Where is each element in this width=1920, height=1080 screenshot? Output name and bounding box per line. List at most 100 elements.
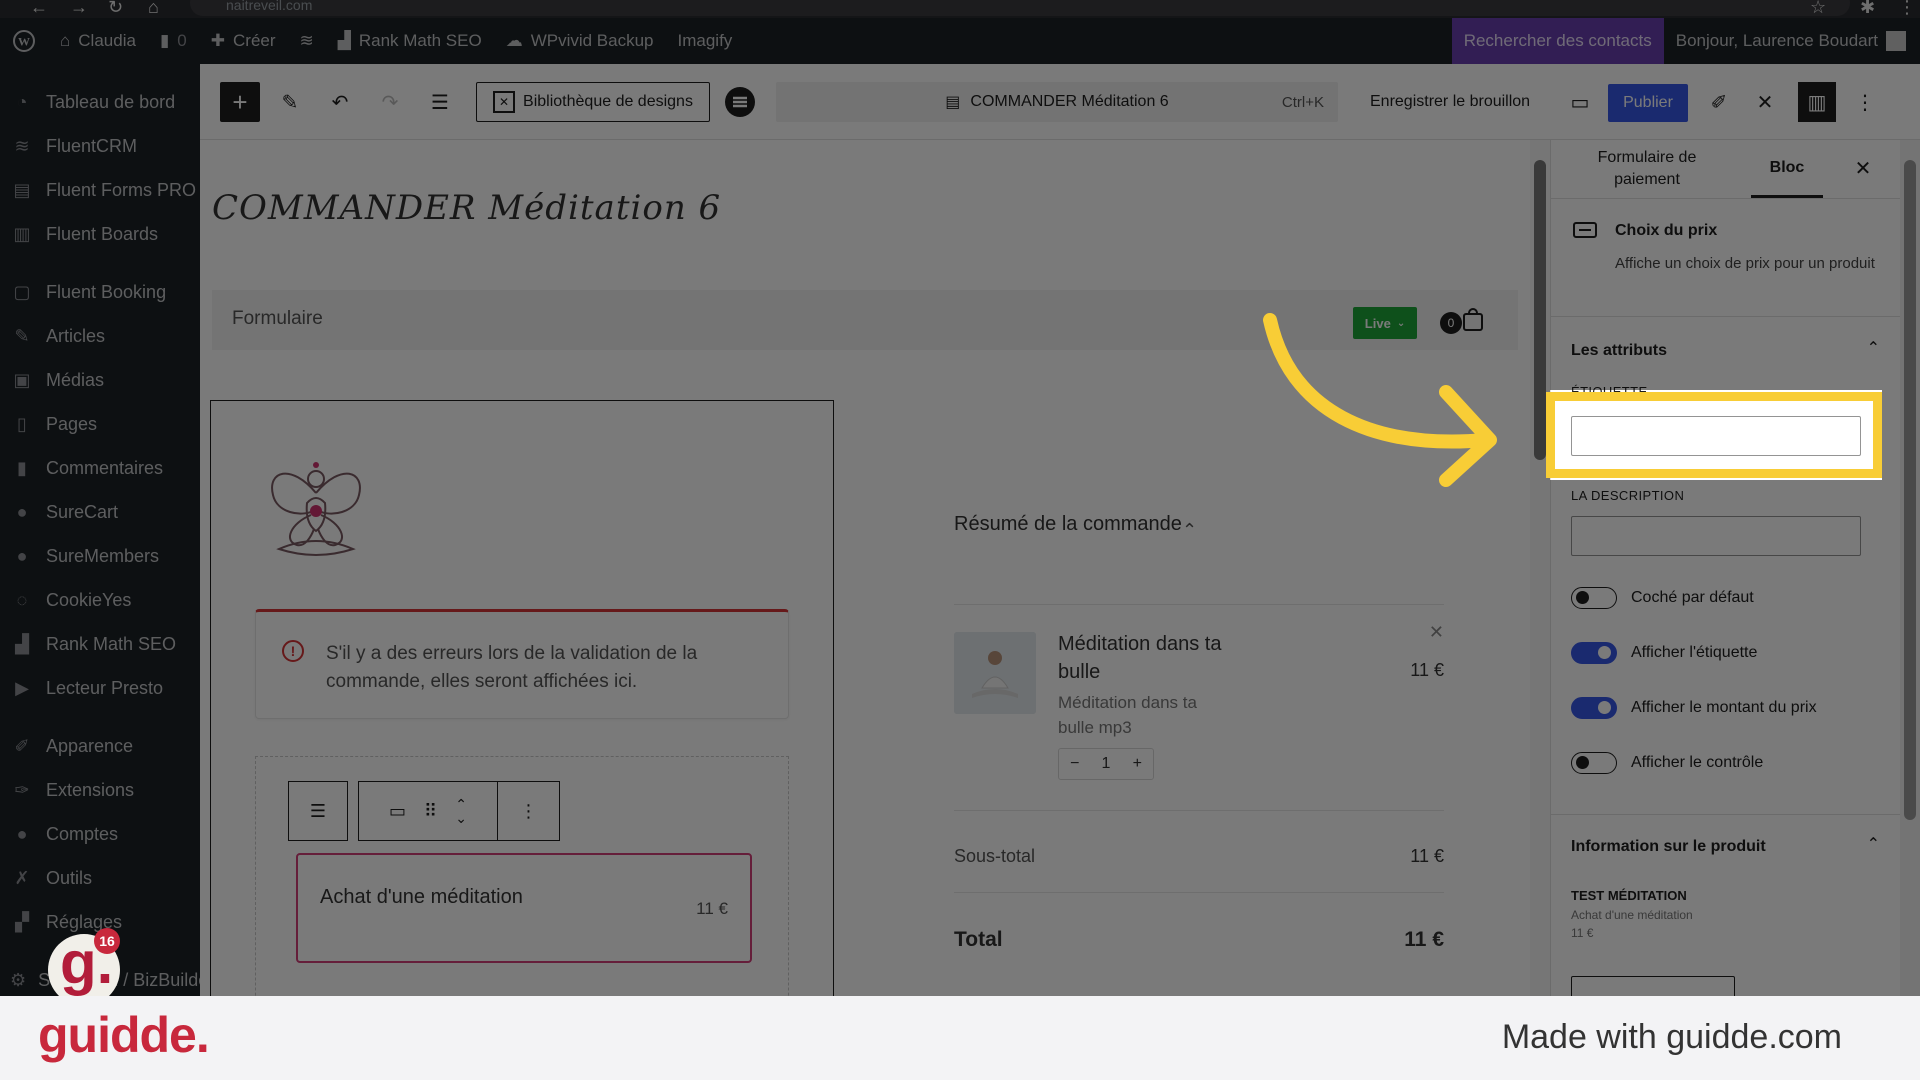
order-summary-heading[interactable]: Résumé de la commande	[954, 510, 1214, 538]
scrollbar-thumb[interactable]	[1904, 160, 1916, 820]
sidebar-item-surecart[interactable]: ● SureCart	[0, 492, 200, 532]
browser-menu-icon[interactable]: ⋮	[1898, 0, 1916, 16]
form-block[interactable]: Formulaire Live ⌄ 0	[212, 290, 1518, 350]
sidebar-item-fluent-boards[interactable]: ▥ Fluent Boards	[0, 214, 200, 254]
close-panel-button[interactable]: ✕	[1843, 140, 1883, 198]
command-palette-button[interactable]: ▤ COMMANDER Méditation 6 Ctrl+K	[776, 82, 1338, 122]
sidebar-item-label: Fluent Forms PRO	[46, 179, 197, 200]
forward-icon[interactable]: →	[70, 0, 88, 16]
spectra-button[interactable]	[722, 82, 758, 122]
tools-button[interactable]: ✎	[270, 82, 310, 122]
sidebar-item-media[interactable]: ▣ Médias	[0, 360, 200, 400]
sidebar-item-suremembers[interactable]: ● SureMembers	[0, 536, 200, 576]
imagify-link[interactable]: Imagify	[666, 18, 745, 64]
kadence-button[interactable]: ✕	[1746, 82, 1784, 122]
sidebar-item-articles[interactable]: ✎ Articles	[0, 316, 200, 356]
sidebar-item-fluent-booking[interactable]: ▢ Fluent Booking	[0, 272, 200, 312]
comments-link[interactable]: ▮ 0	[148, 18, 199, 64]
extensions-icon[interactable]: ✱	[1860, 0, 1875, 16]
editor-options-button[interactable]: ✐	[1700, 82, 1738, 122]
attributes-section-title[interactable]: Les attributs	[1571, 342, 1667, 360]
tab-checkout-form[interactable]: Formulaire de paiement	[1575, 140, 1719, 198]
rank-math-link[interactable]: ▟ Rank Math SEO	[326, 18, 494, 64]
sidebar-item-fluent-forms[interactable]: ▤ Fluent Forms PRO	[0, 170, 200, 210]
fluent-link[interactable]: ≋	[288, 18, 326, 64]
wpvivid-link[interactable]: ☁ WPvivid Backup	[494, 18, 666, 64]
canvas-scrollbar[interactable]	[1530, 140, 1550, 1000]
sidebar-item-fluentcrm[interactable]: ≋ FluentCRM	[0, 126, 200, 166]
sidebar-icon: ▥	[1807, 91, 1827, 114]
product-info-section-title[interactable]: Information sur le produit	[1571, 838, 1766, 856]
show-price-amount-toggle[interactable]	[1571, 697, 1617, 719]
block-options-button[interactable]: ⋮	[498, 781, 560, 841]
panel-scrollbar[interactable]	[1900, 140, 1920, 1000]
remove-item-icon[interactable]: ✕	[1429, 622, 1444, 643]
block-type-controls: ▭ ⠿ ⌃ ⌄	[358, 781, 498, 841]
quantity-stepper[interactable]: − 1 +	[1058, 748, 1154, 780]
sidebar-item-presto[interactable]: ▶ Lecteur Presto	[0, 668, 200, 708]
rankmath-icon: ▟	[337, 31, 351, 50]
sidebar-item-accounts[interactable]: ● Comptes	[0, 814, 200, 854]
create-link[interactable]: ✚ Créer	[199, 18, 288, 64]
reload-icon[interactable]: ↻	[108, 0, 123, 16]
desktop-icon: ▭	[1570, 91, 1590, 114]
chevron-up-icon[interactable]: ⌃	[1867, 834, 1880, 854]
description-input[interactable]	[1571, 516, 1861, 556]
wp-logo[interactable]: W	[0, 18, 48, 64]
undo-button[interactable]: ↶	[320, 82, 360, 122]
price-selector-block[interactable]: ☰ ▭ ⠿ ⌃ ⌄ ⋮ Achat d'une méditation 11 €	[255, 756, 789, 1000]
sidebar-item-rank-math[interactable]: ▟ Rank Math SEO	[0, 624, 200, 664]
error-notice-text: S'il y a des erreurs lors de la validati…	[326, 643, 698, 692]
minus-icon[interactable]: −	[1070, 755, 1079, 773]
label-input[interactable]	[1571, 416, 1861, 456]
checked-by-default-toggle[interactable]	[1571, 587, 1617, 609]
tab-block[interactable]: Bloc	[1751, 140, 1823, 198]
preview-button[interactable]: ▭	[1562, 82, 1598, 122]
site-name-link[interactable]: ⌂ Claudia	[48, 18, 148, 64]
star-icon[interactable]: ☆	[1810, 0, 1826, 16]
live-mode-dropdown[interactable]: Live ⌄	[1353, 307, 1417, 339]
account-menu[interactable]: Bonjour, Laurence Boudart	[1664, 18, 1878, 64]
back-icon[interactable]: ←	[30, 0, 48, 16]
scrollbar-thumb[interactable]	[1534, 160, 1546, 460]
cart-icon[interactable]	[1462, 308, 1484, 332]
show-label-toggle[interactable]	[1571, 642, 1617, 664]
chevron-up-icon[interactable]: ⌃	[1867, 338, 1880, 358]
sidebar-item-label: Extensions	[46, 779, 135, 800]
price-choice-name: Achat d'une méditation	[320, 886, 523, 908]
page-title[interactable]: COMMANDER Méditation 6	[212, 188, 721, 228]
publish-button[interactable]: Publier	[1608, 84, 1688, 122]
options-menu-button[interactable]: ⋮	[1850, 82, 1880, 122]
sidebar-item-tools[interactable]: ✗ Outils	[0, 858, 200, 898]
show-control-toggle[interactable]	[1571, 752, 1617, 774]
avatar[interactable]	[1886, 31, 1906, 51]
redo-button[interactable]: ↷	[370, 82, 410, 122]
chevron-up-icon[interactable]: ⌃	[1182, 520, 1197, 541]
plus-icon[interactable]: +	[1133, 755, 1142, 773]
design-library-button[interactable]: ✕ Bibliothèque de designs	[476, 82, 710, 122]
address-bar[interactable]: naitreveil.com	[190, 0, 1850, 16]
sidebar-item-dashboard[interactable]: ◔ Tableau de bord	[0, 82, 200, 122]
price-choice-option[interactable]: Achat d'une méditation 11 €	[296, 853, 752, 963]
save-draft-button[interactable]: Enregistrer le brouillon	[1370, 82, 1530, 122]
screen: ← → ↻ ⌂ naitreveil.com ☆ ✱ ⋮ W ⌂ Claudia…	[0, 0, 1920, 1080]
sidebar-item-cookieyes[interactable]: ◌ CookieYes	[0, 580, 200, 620]
quantity-value: 1	[1101, 755, 1111, 772]
block-parent-button[interactable]: ☰	[288, 781, 348, 841]
rank-math-label: Rank Math SEO	[358, 31, 482, 50]
add-block-button[interactable]: +	[220, 82, 260, 122]
settings-panel-toggle[interactable]: ▥	[1798, 82, 1836, 122]
divider	[954, 810, 1444, 811]
sidebar-item-appearance[interactable]: ✐ Apparence	[0, 726, 200, 766]
sidebar-item-pages[interactable]: ▯ Pages	[0, 404, 200, 444]
price-choice-icon[interactable]: ▭	[389, 801, 406, 822]
sidebar-item-comments[interactable]: ▮ Commentaires	[0, 448, 200, 488]
meditation-logo-image	[271, 462, 361, 556]
home-icon[interactable]: ⌂	[148, 0, 159, 16]
sidebar-item-extensions[interactable]: ✑ Extensions	[0, 770, 200, 810]
drag-handle-icon[interactable]: ⠿	[424, 801, 437, 822]
label-field-label: ÉTIQUETTE	[1571, 384, 1648, 399]
move-up-down-icon[interactable]: ⌃ ⌄	[455, 797, 467, 825]
search-contacts-button[interactable]: Rechercher des contacts	[1451, 18, 1664, 64]
document-overview-button[interactable]: ☰	[420, 82, 460, 122]
